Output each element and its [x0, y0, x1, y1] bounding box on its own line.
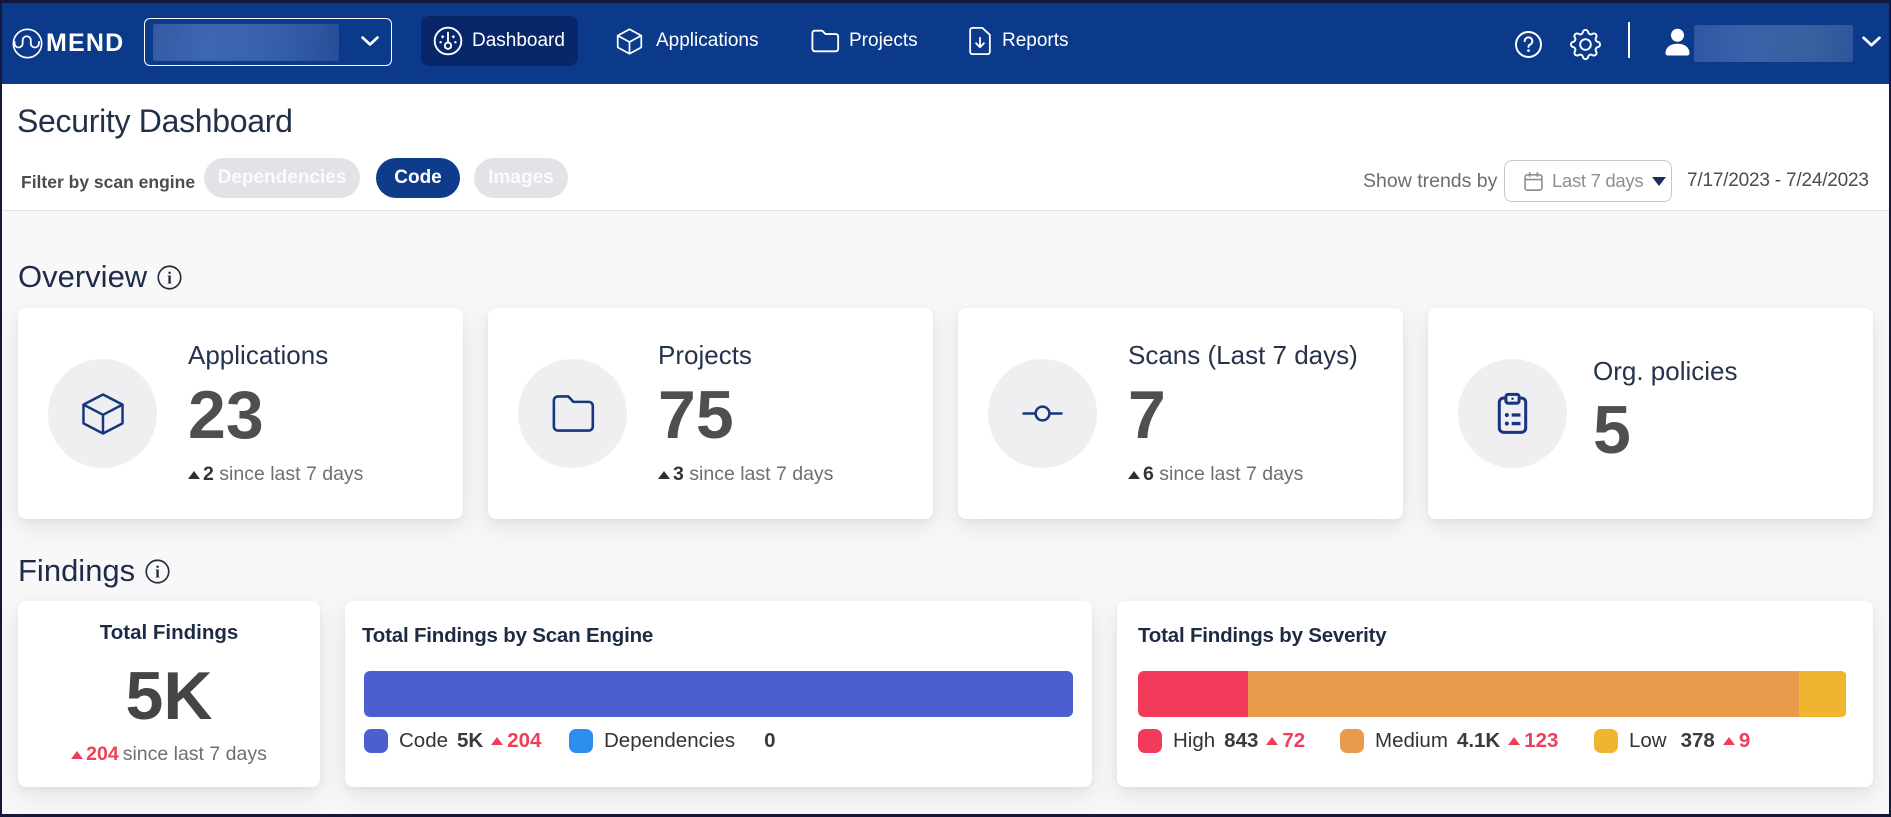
svg-text:i: i [155, 562, 160, 581]
svg-text:i: i [167, 268, 172, 287]
